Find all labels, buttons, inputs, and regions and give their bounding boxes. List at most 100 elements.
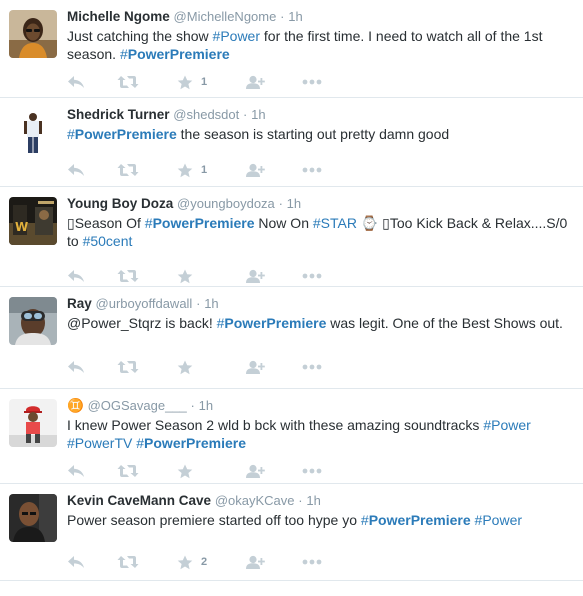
author-fullname[interactable]: ♊ xyxy=(67,398,84,413)
avatar[interactable] xyxy=(9,10,57,58)
more-button[interactable] xyxy=(302,461,322,481)
favorite-count: 1 xyxy=(201,76,208,88)
author-fullname[interactable]: Shedrick Turner xyxy=(67,107,170,122)
favorite-icon xyxy=(177,464,193,479)
tweet[interactable]: W Young Boy Doza @youngboydoza · 1h ▯Seaso… xyxy=(0,187,583,287)
more-icon xyxy=(302,79,322,85)
tweet-timestamp[interactable]: 1h xyxy=(288,9,302,24)
tweet[interactable]: Kevin CaveMann Cave @okayKCave · 1h Power… xyxy=(0,484,583,581)
hashtag-link[interactable]: PowerPremiere xyxy=(369,512,471,528)
favorite-button[interactable] xyxy=(177,461,193,481)
author-username[interactable]: @MichelleNgome xyxy=(174,9,277,24)
more-button[interactable] xyxy=(302,552,322,572)
retweet-button[interactable] xyxy=(117,266,139,286)
follow-button[interactable] xyxy=(245,266,265,286)
hashtag-link[interactable]: # xyxy=(136,435,144,451)
hashtag-link[interactable]: # xyxy=(120,46,128,62)
hashtag-link[interactable]: PowerPremiere xyxy=(128,46,230,62)
hashtag-highlight: PowerPremiere xyxy=(152,215,255,231)
hashtag-link[interactable]: #50cent xyxy=(83,233,133,249)
reply-button[interactable] xyxy=(67,552,85,572)
more-button[interactable] xyxy=(302,357,322,377)
reply-button[interactable] xyxy=(67,461,85,481)
tweet-timestamp[interactable]: 1h xyxy=(199,398,213,413)
author-fullname[interactable]: Young Boy Doza xyxy=(67,196,173,211)
tweet-text-segment: Just catching the show xyxy=(67,28,213,44)
author-username[interactable]: @okayKCave xyxy=(215,493,295,508)
tweet-actions: 2 xyxy=(67,552,327,572)
retweet-button[interactable] xyxy=(117,461,139,481)
follow-button[interactable] xyxy=(245,552,265,572)
retweet-button[interactable] xyxy=(117,72,139,92)
follow-button[interactable] xyxy=(245,461,265,481)
author-fullname[interactable]: Ray xyxy=(67,296,92,311)
more-icon xyxy=(302,273,322,279)
retweet-button[interactable] xyxy=(117,552,139,572)
favorite-button[interactable] xyxy=(177,266,193,286)
avatar[interactable] xyxy=(9,399,57,447)
follow-button[interactable] xyxy=(245,160,265,180)
hashtag-highlight: PowerPremiere xyxy=(74,126,177,142)
hashtag-link[interactable]: # xyxy=(145,215,153,231)
avatar[interactable] xyxy=(9,494,57,542)
hashtag-link[interactable]: #PowerTV xyxy=(67,435,132,451)
hashtag-link[interactable]: # xyxy=(361,512,369,528)
favorite-button[interactable] xyxy=(177,357,193,377)
reply-button[interactable] xyxy=(67,72,85,92)
tweet-header: Shedrick Turner @shedsdot · 1h xyxy=(67,106,573,123)
tweet-timestamp[interactable]: 1h xyxy=(251,107,265,122)
hashtag-link[interactable]: PowerPremiere xyxy=(224,315,326,331)
tweet-timestamp[interactable]: 1h xyxy=(287,196,301,211)
hashtag-link[interactable]: #STAR xyxy=(313,215,357,231)
reply-icon xyxy=(67,360,85,374)
retweet-button[interactable] xyxy=(117,357,139,377)
hashtag-link[interactable]: PowerPremiere xyxy=(75,126,177,142)
tweet-actions xyxy=(67,266,327,286)
follow-icon xyxy=(245,75,265,90)
follow-button[interactable] xyxy=(245,357,265,377)
avatar[interactable]: W xyxy=(9,197,57,245)
tweet[interactable]: Ray @urboyoffdawall · 1h @Power_Stqrz is … xyxy=(0,287,583,389)
favorite-button[interactable]: 1 xyxy=(177,160,207,180)
author-fullname[interactable]: Michelle Ngome xyxy=(67,9,170,24)
favorite-button[interactable]: 1 xyxy=(177,72,207,92)
tweet-content: Michelle Ngome @MichelleNgome · 1h Just c… xyxy=(67,8,573,63)
tweet-actions xyxy=(67,461,327,481)
tweet-text: Power season premiere started off too hy… xyxy=(67,511,573,529)
reply-button[interactable] xyxy=(67,357,85,377)
avatar[interactable] xyxy=(9,108,57,156)
avatar[interactable] xyxy=(9,297,57,345)
favorite-button[interactable]: 2 xyxy=(177,552,207,572)
tweet-timestamp[interactable]: 1h xyxy=(306,493,320,508)
hashtag-link[interactable]: #Power xyxy=(483,417,530,433)
reply-button[interactable] xyxy=(67,266,85,286)
retweet-button[interactable] xyxy=(117,160,139,180)
tweet-timestamp[interactable]: 1h xyxy=(204,296,218,311)
follow-button[interactable] xyxy=(245,72,265,92)
reply-icon xyxy=(67,75,85,89)
tweet-text-segment: was legit. One of the Best Shows out. xyxy=(326,315,563,331)
hashtag-link[interactable]: PowerPremiere xyxy=(144,435,246,451)
tweet-header: Kevin CaveMann Cave @okayKCave · 1h xyxy=(67,492,573,509)
hashtag-link[interactable]: # xyxy=(67,126,75,142)
more-button[interactable] xyxy=(302,72,322,92)
tweet-actions xyxy=(67,357,327,377)
hashtag-link[interactable]: PowerPremiere xyxy=(153,215,255,231)
author-username[interactable]: @youngboydoza xyxy=(177,196,275,211)
author-username[interactable]: @shedsdot xyxy=(173,107,239,122)
retweet-icon xyxy=(117,555,139,569)
tweet[interactable]: ♊ @OGSavage___ · 1h I knew Power Season 2… xyxy=(0,389,583,484)
tweet[interactable]: Michelle Ngome @MichelleNgome · 1h Just c… xyxy=(0,0,583,98)
more-button[interactable] xyxy=(302,160,322,180)
hashtag-link[interactable]: #Power xyxy=(475,512,522,528)
author-username[interactable]: @urboyoffdawall xyxy=(96,296,193,311)
hashtag-link[interactable]: #Power xyxy=(213,28,260,44)
more-button[interactable] xyxy=(302,266,322,286)
favorite-icon xyxy=(177,269,193,284)
tweet[interactable]: Shedrick Turner @shedsdot · 1h #PowerPrem… xyxy=(0,98,583,187)
author-username[interactable]: @OGSavage___ xyxy=(88,398,187,413)
favorite-icon xyxy=(177,163,193,178)
tweet-text: @Power_Stqrz is back! #PowerPremiere was… xyxy=(67,314,573,332)
author-fullname[interactable]: Kevin CaveMann Cave xyxy=(67,493,211,508)
reply-button[interactable] xyxy=(67,160,85,180)
